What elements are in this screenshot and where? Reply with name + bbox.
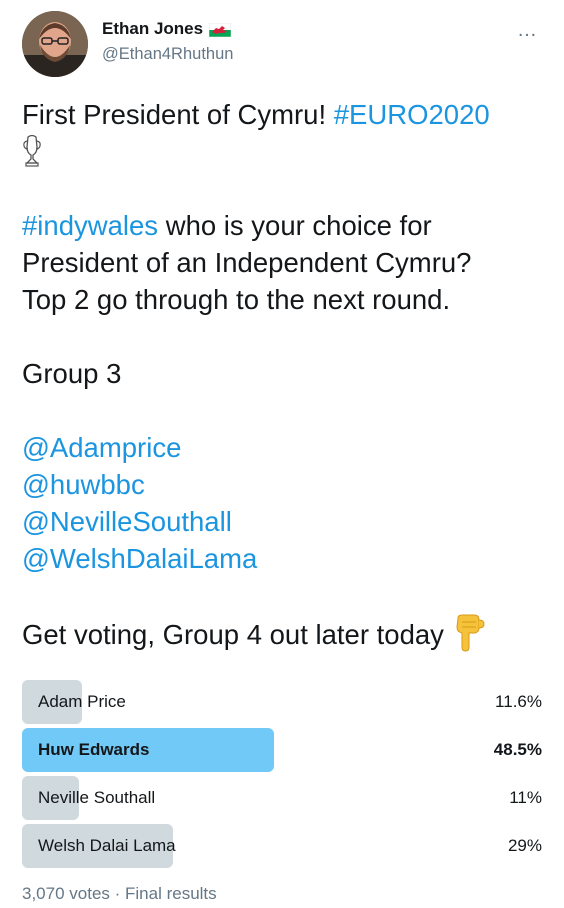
footer-separator: · bbox=[109, 884, 126, 903]
author-name[interactable]: Ethan Jones bbox=[102, 19, 232, 39]
closing-line: Get voting, Group 4 out later today bbox=[22, 614, 542, 653]
pointing-down-hand-icon bbox=[452, 614, 486, 652]
poll-status: Final results bbox=[125, 884, 217, 903]
author-handle[interactable]: @Ethan4Rhuthun bbox=[102, 45, 233, 64]
trophy-icon bbox=[22, 133, 42, 167]
mention-huwbbc[interactable]: @huwbbc bbox=[22, 466, 542, 503]
poll-option-percent: 29% bbox=[507, 836, 542, 855]
hashtag-euro2020[interactable]: #EURO2020 bbox=[334, 99, 490, 130]
question-part-2: President of an Independent Cymru? bbox=[22, 247, 472, 278]
vote-count: 3,070 votes bbox=[22, 884, 110, 903]
group-label: Group 3 bbox=[22, 358, 122, 389]
mention-adamprice[interactable]: @Adamprice bbox=[22, 429, 542, 466]
poll-option: Welsh Dalai Lama 29% bbox=[22, 824, 542, 868]
tweet-line-question-1: #indywales who is your choice for bbox=[22, 207, 542, 244]
tweet-header: Ethan Jones @Ethan4Rhuthun … bbox=[22, 11, 542, 81]
poll-option-percent: 11% bbox=[509, 788, 542, 807]
poll-option-label: Adam Price bbox=[38, 692, 126, 711]
tweet-line-1: First President of Cymru! #EURO2020 bbox=[22, 96, 542, 133]
poll-option-percent: 48.5% bbox=[493, 740, 542, 759]
mention-nevillesouthall[interactable]: @NevilleSouthall bbox=[22, 503, 542, 540]
avatar[interactable] bbox=[22, 11, 88, 77]
tweet-text-intro: First President of Cymru! bbox=[22, 99, 334, 130]
tweet-text: First President of Cymru! #EURO2020 #ind… bbox=[22, 96, 542, 653]
question-part-1: who is your choice for bbox=[158, 210, 432, 241]
poll-option-label: Welsh Dalai Lama bbox=[38, 836, 176, 855]
hashtag-indywales[interactable]: #indywales bbox=[22, 210, 158, 241]
poll-option: Adam Price 11.6% bbox=[22, 680, 542, 724]
more-options-icon[interactable]: … bbox=[517, 19, 538, 42]
closing-text: Get voting, Group 4 out later today bbox=[22, 619, 444, 650]
wales-flag-icon bbox=[208, 22, 232, 38]
poll-option: Huw Edwards 48.5% bbox=[22, 728, 542, 772]
poll-option-label: Huw Edwards bbox=[38, 740, 150, 759]
poll-option: Neville Southall 11% bbox=[22, 776, 542, 820]
author-name-text: Ethan Jones bbox=[102, 19, 204, 38]
question-part-3: Top 2 go through to the next round. bbox=[22, 284, 451, 315]
mention-welshdalailama[interactable]: @WelshDalaiLama bbox=[22, 540, 542, 577]
tweet-line-trophy bbox=[22, 133, 542, 170]
poll-option-label: Neville Southall bbox=[38, 788, 156, 807]
poll-footer: 3,070 votes · Final results bbox=[22, 884, 217, 904]
poll-option-percent: 11.6% bbox=[495, 692, 542, 711]
